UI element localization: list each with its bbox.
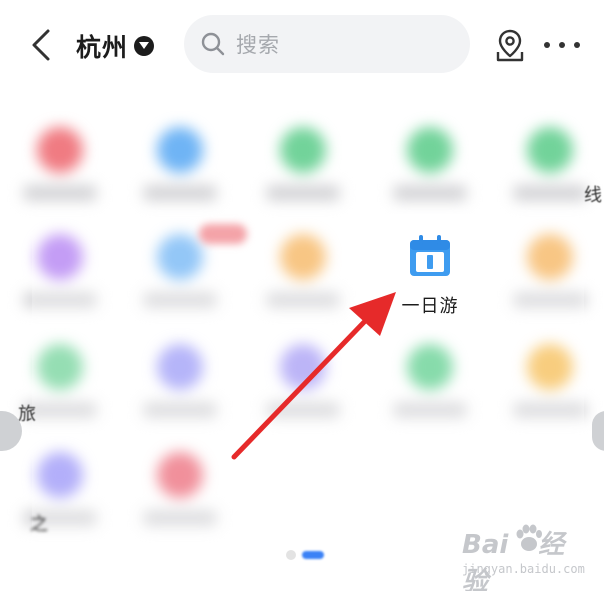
edge-label-left-bottom: 之 [30,514,48,535]
overlay-panel [32,210,584,560]
more-dot [559,42,565,48]
blurred-label [393,185,467,201]
service-item-blurred[interactable] [135,115,225,220]
blurred-icon [527,127,573,173]
chevron-down-icon [134,36,155,56]
back-button[interactable] [26,28,58,62]
baidu-jingyan-watermark: Bai 经验 jingyan.baidu.com [458,522,588,591]
more-button[interactable] [544,40,580,50]
new-badge [199,224,247,244]
blurred-label [143,185,217,201]
blurred-icon [407,127,453,173]
edge-label-left: 旅 [18,404,36,425]
paw-icon [516,524,542,551]
blurred-label [513,185,587,201]
chevron-left-icon [32,29,50,61]
city-selector[interactable]: 杭州 [76,29,155,63]
map-pin-icon [496,29,524,62]
map-button[interactable] [495,28,525,62]
watermark-url: jingyan.baidu.com [462,562,585,576]
page-dot-active[interactable] [302,551,324,559]
service-item-blurred[interactable] [15,115,105,220]
blurred-icon [157,127,203,173]
calendar-icon [410,235,450,276]
more-dot [574,42,580,48]
city-name: 杭州 [76,33,129,62]
top-bar: 杭州 搜索 [0,0,604,90]
service-item-blurred[interactable] [505,115,595,220]
blurred-label [266,185,340,201]
search-icon [201,32,225,56]
edge-label-right: 线 [584,185,602,206]
blurred-icon [37,127,83,173]
page-indicator [286,546,324,564]
search-input[interactable]: 搜索 [184,15,470,73]
service-item-label: 一日游 [401,296,459,317]
service-item-blurred[interactable] [385,115,475,220]
blurred-label [23,185,97,201]
page-dot[interactable] [286,550,296,560]
more-dot [544,42,550,48]
next-page-handle[interactable] [592,411,604,451]
search-placeholder: 搜索 [236,33,280,57]
service-item-one-day-tour[interactable]: 一日游 [382,214,478,330]
service-item-blurred[interactable] [258,115,348,220]
blurred-icon [280,127,326,173]
